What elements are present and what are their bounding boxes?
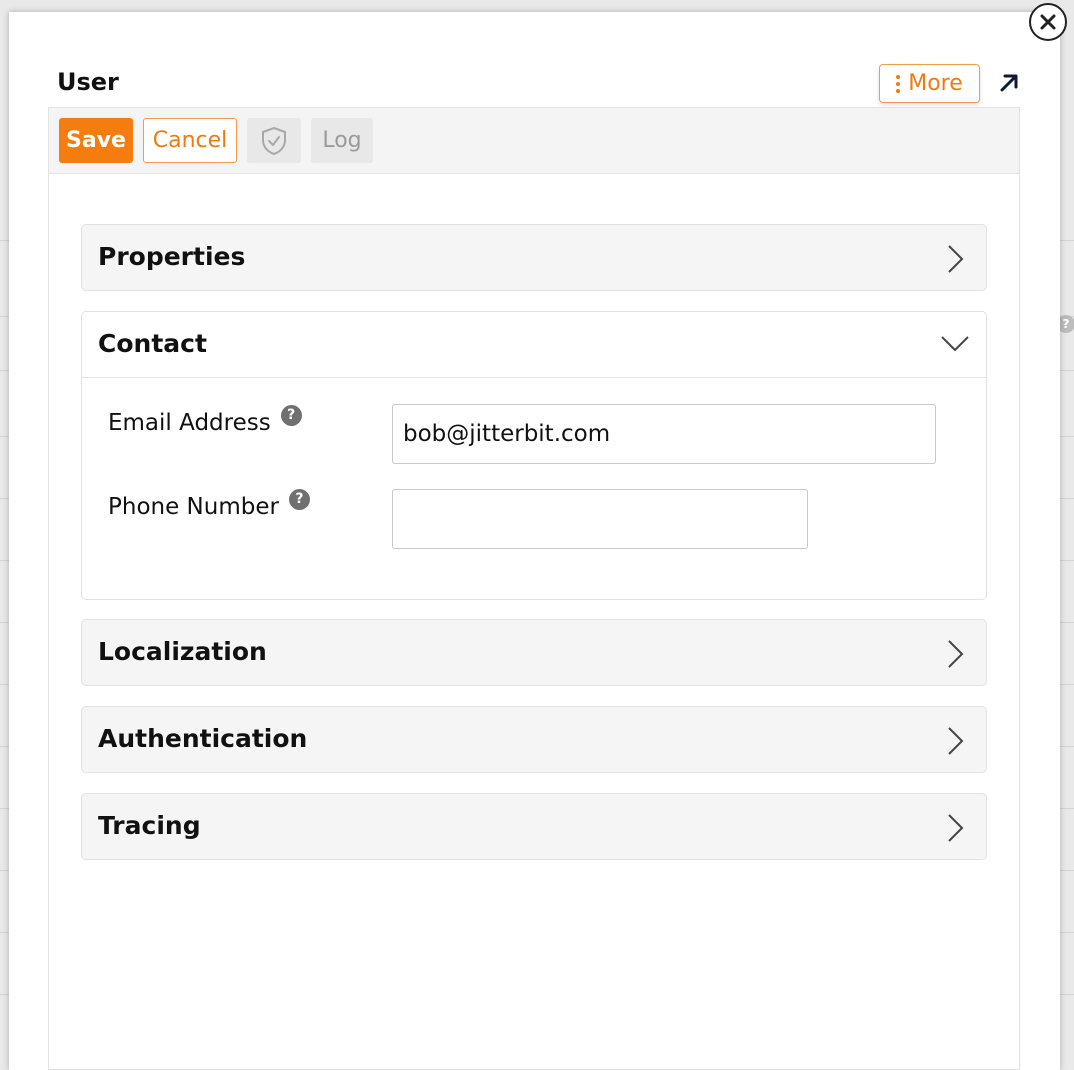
toolbar: Save Cancel Log xyxy=(49,108,1019,174)
section-tracing[interactable]: Tracing xyxy=(81,793,987,860)
section-authentication[interactable]: Authentication xyxy=(81,706,987,773)
close-button[interactable] xyxy=(1029,3,1067,41)
user-dialog: User More Save Cancel Log Properties Con… xyxy=(9,12,1060,1070)
section-contact-title: Contact xyxy=(98,329,207,358)
section-contact-header[interactable]: Contact xyxy=(82,312,986,378)
email-label-text: Email Address xyxy=(108,410,271,436)
dialog-title: User xyxy=(57,68,119,96)
chevron-down-icon xyxy=(941,336,969,352)
more-button-label: More xyxy=(908,71,963,96)
section-localization[interactable]: Localization xyxy=(81,619,987,686)
log-button[interactable]: Log xyxy=(311,118,373,163)
section-contact: Contact Email Address ? Phone Number ? xyxy=(81,311,987,600)
chevron-right-icon xyxy=(948,727,964,755)
chevron-right-icon xyxy=(948,245,964,273)
arrow-up-right-icon[interactable] xyxy=(997,71,1021,95)
phone-label-text: Phone Number xyxy=(108,494,279,520)
phone-field[interactable] xyxy=(392,489,808,549)
close-icon xyxy=(1040,14,1056,30)
section-authentication-title: Authentication xyxy=(98,724,308,753)
section-tracing-title: Tracing xyxy=(98,811,201,840)
section-localization-title: Localization xyxy=(98,637,267,666)
permissions-button[interactable] xyxy=(247,118,301,163)
email-field[interactable] xyxy=(392,404,936,464)
shield-check-icon xyxy=(262,126,286,155)
kebab-icon xyxy=(896,74,901,93)
phone-label: Phone Number ? xyxy=(108,488,310,520)
more-button[interactable]: More xyxy=(879,64,980,103)
question-circle-icon[interactable]: ? xyxy=(288,488,310,510)
section-properties-title: Properties xyxy=(98,242,246,271)
save-button[interactable]: Save xyxy=(59,118,133,163)
user-form-panel: Save Cancel Log Properties Contact Email… xyxy=(48,107,1020,1070)
section-properties[interactable]: Properties xyxy=(81,224,987,291)
chevron-right-icon xyxy=(948,814,964,842)
email-label: Email Address ? xyxy=(108,404,302,436)
question-circle-icon[interactable]: ? xyxy=(280,404,302,426)
chevron-right-icon xyxy=(948,640,964,668)
cancel-button[interactable]: Cancel xyxy=(143,118,237,163)
